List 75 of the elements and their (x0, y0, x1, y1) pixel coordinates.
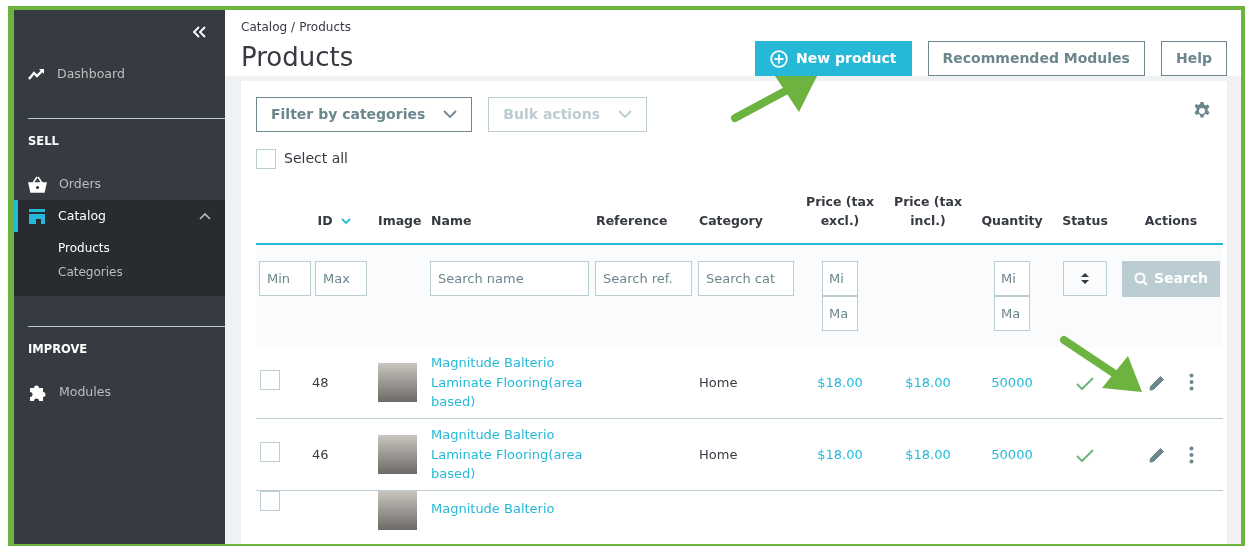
column-header: Price (tax incl.) (892, 193, 963, 230)
more-icon[interactable] (1188, 373, 1194, 392)
chevron-down-icon (443, 110, 458, 119)
table-link[interactable]: 50000 (991, 446, 1033, 462)
product-link[interactable]: Magnitude Balterio Laminate Flooring(area based) (431, 425, 588, 484)
page-title: Products (241, 42, 354, 74)
more-icon[interactable] (1188, 445, 1194, 464)
table-cell: Home (699, 446, 738, 462)
header-button[interactable]: Recommended Modules (927, 41, 1145, 76)
table-link[interactable]: $18.00 (905, 374, 951, 390)
checkbox[interactable] (256, 148, 276, 169)
column-header: Quantity (981, 211, 1043, 230)
table-link[interactable]: $18.00 (817, 374, 863, 390)
breadcrumb-current: Products (299, 20, 351, 34)
photo-placeholder (378, 491, 417, 530)
section-title: IMPROVE (27, 341, 89, 359)
filter-field[interactable]: Ma (994, 295, 1030, 331)
sidebar-item[interactable]: Catalog (14, 200, 225, 233)
column-header: Image (378, 211, 422, 230)
store-icon (28, 207, 46, 225)
section-title: SELL (27, 133, 60, 150)
column-header[interactable]: ID (317, 211, 333, 231)
filter-field[interactable]: Ma (822, 295, 858, 331)
chevron-down-icon (618, 110, 633, 119)
filter-field[interactable]: Search name (430, 260, 589, 296)
product-link[interactable]: Magnitude Balterio (431, 499, 588, 519)
filter-field[interactable]: Search ref. (595, 260, 692, 296)
dropdown[interactable]: Filter by categories (256, 97, 473, 132)
column-header: Price (tax excl.) (804, 193, 875, 230)
edit-icon[interactable] (1148, 373, 1165, 391)
breadcrumb-separator: / (291, 20, 296, 34)
sort-icon (1080, 271, 1090, 285)
basket-icon (28, 175, 47, 193)
photo-placeholder (378, 362, 417, 402)
sidebar-item[interactable]: Dashboard (14, 58, 225, 90)
plus-icon (770, 49, 788, 68)
column-header: Name (431, 211, 472, 230)
puzzle-icon (28, 383, 47, 402)
column-header: Actions (1144, 211, 1198, 230)
filter-field[interactable]: Min (259, 260, 311, 296)
filter-field[interactable]: Mi (822, 260, 858, 296)
new-product-button[interactable]: New product (755, 41, 912, 76)
check-icon[interactable] (1076, 447, 1094, 463)
row-checkbox[interactable] (260, 441, 280, 462)
column-header: Status (1062, 211, 1108, 230)
breadcrumb-link[interactable]: Catalog (241, 20, 288, 34)
sidebar-item[interactable]: Modules (14, 376, 225, 409)
table-cell: 46 (312, 446, 329, 462)
row-checkbox[interactable] (260, 369, 280, 390)
search-button[interactable]: Search (1122, 260, 1220, 297)
checkbox-label: Select all (284, 149, 348, 168)
table-link[interactable]: $18.00 (817, 446, 863, 462)
trend-icon (28, 67, 45, 81)
status-select[interactable] (1063, 260, 1107, 296)
table-cell: Home (699, 374, 738, 390)
product-link[interactable]: Magnitude Balterio Laminate Flooring(area based) (431, 353, 588, 412)
table-link[interactable]: 50000 (991, 374, 1033, 390)
row-checkbox[interactable] (260, 491, 280, 511)
search-icon (1133, 271, 1148, 286)
collapse-icon[interactable] (192, 26, 207, 38)
column-header: Reference (596, 211, 668, 230)
photo-placeholder (378, 435, 417, 474)
filter-field[interactable]: Max (315, 260, 367, 296)
sidebar-item[interactable]: Orders (14, 168, 225, 201)
header-button[interactable]: Help (1160, 41, 1227, 76)
filter-field[interactable]: Search cat (698, 260, 794, 296)
filter-field[interactable]: Mi (994, 260, 1030, 296)
table-cell: 48 (312, 374, 329, 390)
column-header: Category (699, 211, 763, 230)
edit-icon[interactable] (1148, 446, 1165, 463)
check-icon[interactable] (1076, 375, 1094, 391)
sidebar-subitem[interactable]: Products (58, 236, 225, 261)
sidebar-subitem[interactable]: Categories (58, 260, 225, 285)
table-link[interactable]: $18.00 (905, 446, 951, 462)
sort-icon[interactable] (340, 217, 351, 225)
